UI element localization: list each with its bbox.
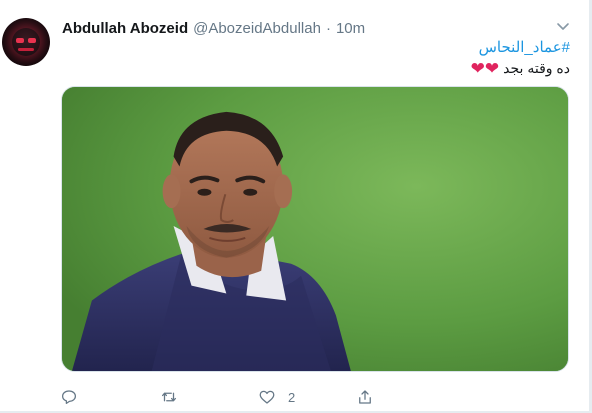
tweet-header: Abdullah Abozeid @AbozeidAbdullah · 10m — [62, 18, 365, 38]
author-display-name[interactable]: Abdullah Abozeid — [62, 20, 188, 37]
retweet-icon — [161, 392, 177, 402]
heart-emoji: ❤ — [470, 58, 485, 78]
tweet-card[interactable]: Abdullah Abozeid @AbozeidAbdullah · 10m … — [0, 0, 592, 413]
retweet-button[interactable] — [160, 386, 190, 408]
share-icon — [359, 390, 371, 404]
like-button[interactable]: 2 — [258, 386, 295, 408]
reply-button[interactable] — [60, 386, 90, 408]
heart-emoji: ❤ — [484, 58, 500, 78]
author-avatar[interactable] — [2, 18, 50, 66]
tweet-text-line: ده وقته بجد ❤ ❤ — [471, 60, 570, 77]
share-button[interactable] — [356, 386, 386, 408]
tweet-actions: 2 — [60, 386, 440, 408]
avatar-eye-left — [16, 38, 24, 43]
like-count: 2 — [288, 389, 296, 405]
tweet-text: ده وقته بجد — [503, 60, 570, 76]
tweet-hashtag[interactable]: #عماد_النحاس — [479, 38, 570, 56]
avatar-eye-right — [28, 38, 36, 43]
header-separator: · — [325, 19, 331, 37]
tweet-media-photo[interactable] — [61, 86, 569, 372]
hearts-emoji: ❤ ❤ — [470, 58, 500, 78]
reply-icon — [61, 390, 77, 405]
tweet-timestamp[interactable]: 10m — [336, 20, 365, 37]
author-handle[interactable]: @AbozeidAbdullah — [193, 20, 321, 37]
photo-of-man-in-tracksuit-icon — [62, 87, 568, 371]
heart-icon — [259, 390, 275, 404]
chevron-down-icon[interactable] — [555, 18, 571, 34]
avatar-mouth — [18, 48, 34, 51]
